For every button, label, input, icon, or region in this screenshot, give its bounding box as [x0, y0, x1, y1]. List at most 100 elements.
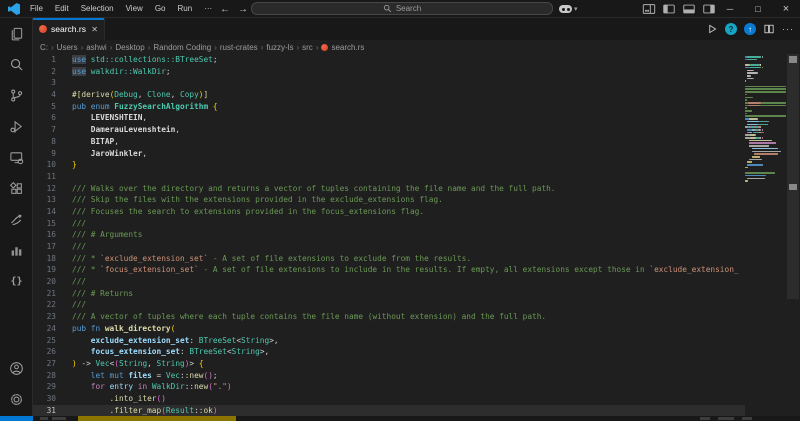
line-number[interactable]: 5: [33, 101, 56, 113]
menu-item-edit[interactable]: Edit: [49, 0, 75, 18]
line-number[interactable]: 1: [33, 54, 56, 66]
close-button[interactable]: ×: [772, 0, 800, 18]
source-control-icon[interactable]: [0, 80, 33, 111]
tab-close-icon[interactable]: ✕: [91, 25, 98, 34]
code-line[interactable]: 15 ///: [33, 218, 745, 230]
menu-item-[interactable]: ···: [198, 0, 218, 18]
extensions-icon[interactable]: [0, 173, 33, 204]
swoosh-extension-icon[interactable]: [0, 204, 33, 235]
nav-back-icon[interactable]: ←: [220, 4, 230, 15]
line-number[interactable]: 29: [33, 381, 56, 393]
maximize-button[interactable]: □: [744, 0, 772, 18]
line-number[interactable]: 15: [33, 218, 56, 230]
breadcrumb-item[interactable]: src: [302, 43, 313, 52]
line-number[interactable]: 17: [33, 241, 56, 253]
code-line[interactable]: 13 /// Skip the files with the extensions…: [33, 194, 745, 206]
upload-badge-icon[interactable]: ↑: [744, 23, 756, 35]
status-item[interactable]: [700, 417, 710, 420]
code-line[interactable]: 31 .filter_map(Result::ok): [33, 404, 745, 417]
code-line[interactable]: 2 use walkdir::WalkDir;: [33, 66, 745, 78]
line-number[interactable]: 11: [33, 171, 56, 183]
braces-extension-icon[interactable]: {}: [0, 266, 33, 297]
breadcrumb-item[interactable]: Random Coding: [153, 43, 211, 52]
status-item[interactable]: [52, 417, 66, 420]
line-number[interactable]: 20: [33, 276, 56, 288]
line-number[interactable]: 12: [33, 183, 56, 195]
breadcrumb-item[interactable]: rust-crates: [220, 43, 258, 52]
line-number[interactable]: 13: [33, 194, 56, 206]
code-line[interactable]: 21 /// # Returns: [33, 288, 745, 300]
code-line[interactable]: 10}: [33, 159, 745, 171]
code-line[interactable]: 16 /// # Arguments: [33, 229, 745, 241]
line-number[interactable]: 28: [33, 370, 56, 382]
line-number[interactable]: 10: [33, 159, 56, 171]
nav-forward-icon[interactable]: →: [238, 4, 248, 15]
line-number[interactable]: 26: [33, 346, 56, 358]
line-number[interactable]: 23: [33, 311, 56, 323]
minimap[interactable]: [745, 56, 786, 421]
toggle-secondary-sidebar-icon[interactable]: [702, 2, 716, 16]
code-line[interactable]: 12 /// Walks over the directory and retur…: [33, 183, 745, 195]
breadcrumb-item[interactable]: C:: [40, 43, 48, 52]
code-line[interactable]: 4 #[derive(Debug, Clone, Copy)]: [33, 89, 745, 101]
customize-layout-icon[interactable]: [642, 2, 656, 16]
code-line[interactable]: 8 BITAP,: [33, 136, 745, 148]
status-item[interactable]: [742, 417, 752, 420]
line-number[interactable]: 3: [33, 77, 56, 89]
line-number[interactable]: 4: [33, 89, 56, 101]
breadcrumb-item[interactable]: Users: [57, 43, 78, 52]
run-and-debug-icon[interactable]: [0, 111, 33, 142]
line-number[interactable]: 16: [33, 229, 56, 241]
split-editor-icon[interactable]: [763, 23, 775, 35]
menu-item-selection[interactable]: Selection: [75, 0, 120, 18]
code-line[interactable]: 25 exclude_extension_set: BTreeSet<Strin…: [33, 335, 745, 347]
code-line[interactable]: 28 let mut files = Vec::new();: [33, 370, 745, 382]
line-number[interactable]: 24: [33, 323, 56, 335]
menu-item-file[interactable]: File: [24, 0, 49, 18]
code-line[interactable]: 14 /// Focuses the search to extensions p…: [33, 206, 745, 218]
editor-scrollbar[interactable]: [786, 54, 800, 421]
tab-search-rs[interactable]: search.rs ✕: [33, 18, 105, 40]
toggle-panel-icon[interactable]: [682, 2, 696, 16]
bar-chart-extension-icon[interactable]: [0, 235, 33, 266]
code-line[interactable]: 29 for entry in WalkDir::new("."): [33, 381, 745, 393]
settings-gear-icon[interactable]: [0, 384, 33, 415]
line-number[interactable]: 30: [33, 393, 56, 405]
line-number[interactable]: 9: [33, 148, 56, 160]
command-center-search[interactable]: Search: [251, 2, 553, 15]
line-number[interactable]: 8: [33, 136, 56, 148]
menu-item-view[interactable]: View: [120, 0, 149, 18]
line-number[interactable]: 22: [33, 299, 56, 311]
code-line[interactable]: 5 pub enum FuzzySearchAlgorithm {: [33, 101, 745, 113]
breadcrumb-item[interactable]: search.rs: [321, 43, 364, 52]
code-line[interactable]: 22 ///: [33, 299, 745, 311]
more-actions-icon[interactable]: ···: [782, 24, 794, 34]
code-line[interactable]: 18 /// * `exclude_extension_set` - A set …: [33, 253, 745, 265]
code-line[interactable]: 30 .into_iter(): [33, 393, 745, 405]
minimize-button[interactable]: ─: [716, 0, 744, 18]
code-line[interactable]: 11: [33, 171, 745, 183]
status-warning-badge[interactable]: [78, 416, 236, 421]
toggle-sidebar-icon[interactable]: [662, 2, 676, 16]
breadcrumb-item[interactable]: ashwi: [86, 43, 106, 52]
code-line[interactable]: 20 ///: [33, 276, 745, 288]
menu-item-run[interactable]: Run: [171, 0, 198, 18]
explorer-icon[interactable]: [0, 18, 33, 49]
line-number[interactable]: 2: [33, 66, 56, 78]
status-item[interactable]: [40, 417, 48, 420]
help-badge-icon[interactable]: ?: [725, 23, 737, 35]
line-number[interactable]: 19: [33, 264, 56, 276]
scrollbar-slider[interactable]: [787, 54, 799, 299]
line-number[interactable]: 6: [33, 112, 56, 124]
code-line[interactable]: 17 ///: [33, 241, 745, 253]
line-number[interactable]: 25: [33, 335, 56, 347]
code-line[interactable]: 23 /// A vector of tuples where each tupl…: [33, 311, 745, 323]
search-icon[interactable]: [0, 49, 33, 80]
line-number[interactable]: 27: [33, 358, 56, 370]
code-line[interactable]: 19 /// * `focus_extension_set` - A set of…: [33, 264, 745, 276]
code-line[interactable]: 1 use std::collections::BTreeSet;: [33, 54, 745, 66]
code-line[interactable]: 7 DamerauLevenshtein,: [33, 124, 745, 136]
code-line[interactable]: 3: [33, 77, 745, 89]
breadcrumb-item[interactable]: fuzzy-ls: [266, 43, 293, 52]
remote-indicator[interactable]: [0, 416, 33, 421]
